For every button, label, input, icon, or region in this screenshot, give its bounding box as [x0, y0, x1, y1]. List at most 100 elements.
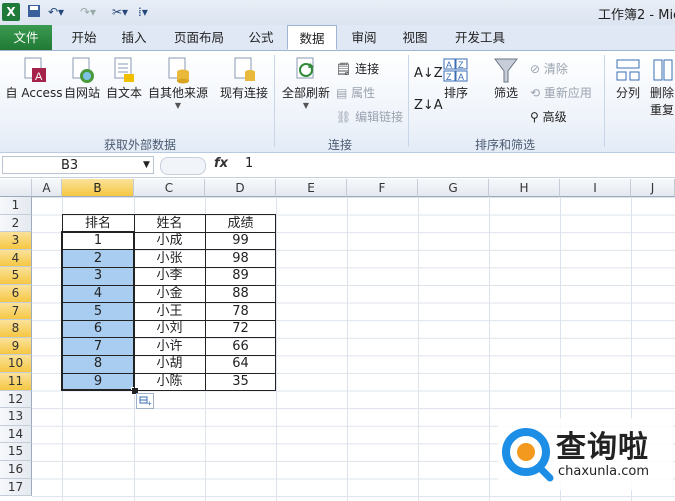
- advanced-filter-button[interactable]: ⚲ 高级: [530, 108, 567, 125]
- redo-icon[interactable]: ↷▾: [80, 4, 96, 20]
- header-name[interactable]: 姓名: [134, 215, 205, 233]
- properties-button[interactable]: ▤ 属性: [336, 84, 375, 101]
- rank-cell[interactable]: 1: [62, 232, 134, 250]
- rank-cell[interactable]: 7: [62, 338, 134, 356]
- row-header[interactable]: 1: [0, 197, 32, 215]
- column-header-a[interactable]: A: [32, 179, 62, 197]
- rank-cell[interactable]: 6: [62, 320, 134, 338]
- customize-tools-icon[interactable]: ✂▾: [112, 4, 128, 20]
- tab-home[interactable]: 开始: [66, 25, 102, 50]
- tab-insert[interactable]: 插入: [116, 25, 152, 50]
- column-header-d[interactable]: D: [205, 179, 276, 197]
- tab-developer[interactable]: 开发工具: [450, 25, 510, 50]
- from-other-sources-button[interactable]: 自其他来源 ▼: [146, 56, 210, 110]
- rank-cell[interactable]: 5: [62, 303, 134, 321]
- name-cell[interactable]: 小刘: [134, 320, 205, 338]
- score-cell[interactable]: 66: [205, 338, 276, 356]
- score-cell[interactable]: 64: [205, 355, 276, 373]
- svg-text:A: A: [35, 71, 43, 83]
- edit-links-button[interactable]: ⛓ 编辑链接: [336, 108, 403, 125]
- score-cell[interactable]: 98: [205, 250, 276, 268]
- clear-filter-button[interactable]: ⊘ 清除: [530, 60, 568, 77]
- tab-file[interactable]: 文件: [0, 25, 52, 50]
- name-cell[interactable]: 小胡: [134, 355, 205, 373]
- column-header-g[interactable]: G: [418, 179, 489, 197]
- group-divider: [604, 55, 605, 147]
- column-header-j[interactable]: J: [631, 179, 675, 197]
- score-cell[interactable]: 89: [205, 267, 276, 285]
- refresh-all-button[interactable]: 全部刷新 ▼: [280, 56, 332, 110]
- reapply-button[interactable]: ⟲ 重新应用: [530, 84, 592, 101]
- text-to-columns-button[interactable]: 分列: [610, 56, 646, 101]
- rank-cell[interactable]: 9: [62, 373, 134, 391]
- qat-menu-icon[interactable]: ⁞▾: [138, 4, 148, 20]
- rank-cell[interactable]: 2: [62, 250, 134, 268]
- row-header[interactable]: 15: [0, 443, 32, 461]
- name-cell[interactable]: 小张: [134, 250, 205, 268]
- row-header[interactable]: 16: [0, 461, 32, 479]
- header-score[interactable]: 成绩: [205, 215, 276, 233]
- tab-formulas[interactable]: 公式: [243, 25, 279, 50]
- score-cell[interactable]: 78: [205, 303, 276, 321]
- row-header[interactable]: 9: [0, 337, 32, 356]
- from-text-button[interactable]: 自文本: [104, 56, 144, 101]
- undo-icon[interactable]: ↶▾: [48, 4, 64, 20]
- connections-button[interactable]: 🗒 连接: [336, 60, 379, 77]
- column-header-e[interactable]: E: [276, 179, 347, 197]
- row-header[interactable]: 12: [0, 390, 32, 409]
- row-header[interactable]: 14: [0, 425, 32, 444]
- score-cell[interactable]: 72: [205, 320, 276, 338]
- sort-ascending-button[interactable]: A↓Z: [414, 66, 443, 81]
- row-header[interactable]: 2: [0, 214, 32, 233]
- header-rank[interactable]: 排名: [62, 215, 134, 233]
- magnifier-logo-icon: [502, 428, 554, 482]
- insert-function-icon[interactable]: fx: [214, 156, 228, 171]
- score-cell[interactable]: 35: [205, 373, 276, 391]
- score-cell[interactable]: 88: [205, 285, 276, 303]
- rank-cell[interactable]: 8: [62, 355, 134, 373]
- tab-view[interactable]: 视图: [397, 25, 433, 50]
- row-header[interactable]: 11: [0, 373, 32, 391]
- formula-input[interactable]: 1: [245, 156, 253, 171]
- column-header-i[interactable]: I: [560, 179, 631, 197]
- auto-fill-options-icon[interactable]: +: [136, 393, 154, 409]
- tab-review[interactable]: 审阅: [346, 25, 382, 50]
- column-header-h[interactable]: H: [489, 179, 560, 197]
- name-box[interactable]: B3 ▼: [2, 156, 154, 174]
- row-header[interactable]: 7: [0, 302, 32, 321]
- row-header[interactable]: 4: [0, 249, 32, 268]
- row-header[interactable]: 8: [0, 320, 32, 338]
- score-cell[interactable]: 99: [205, 232, 276, 250]
- row-header[interactable]: 10: [0, 355, 32, 373]
- from-web-button[interactable]: 自网站: [62, 56, 102, 101]
- sort-descending-button[interactable]: Z↓A: [414, 98, 443, 113]
- column-header-f[interactable]: F: [347, 179, 418, 197]
- existing-connections-button[interactable]: 现有连接: [218, 56, 270, 101]
- sort-button[interactable]: AZZA 排序: [440, 56, 472, 101]
- name-cell[interactable]: 小李: [134, 267, 205, 285]
- name-cell[interactable]: 小许: [134, 338, 205, 356]
- column-header-c[interactable]: C: [134, 179, 205, 197]
- row-header[interactable]: 3: [0, 232, 32, 250]
- name-cell[interactable]: 小金: [134, 285, 205, 303]
- other-sources-icon: [165, 56, 191, 84]
- rank-cell[interactable]: 4: [62, 285, 134, 303]
- name-cell[interactable]: 小成: [134, 232, 205, 250]
- row-header[interactable]: 6: [0, 285, 32, 303]
- formula-bar-splitter[interactable]: [160, 157, 206, 175]
- filter-button[interactable]: 筛选: [488, 56, 524, 101]
- name-box-dropdown-icon[interactable]: ▼: [143, 156, 150, 174]
- rank-cell[interactable]: 3: [62, 267, 134, 285]
- select-all-corner[interactable]: [0, 179, 32, 197]
- tab-page-layout[interactable]: 页面布局: [168, 25, 230, 50]
- remove-duplicates-button[interactable]: 删除 重复: [650, 56, 675, 118]
- name-cell[interactable]: 小王: [134, 303, 205, 321]
- from-access-button[interactable]: A 自 Access: [4, 56, 64, 101]
- tab-data[interactable]: 数据: [287, 25, 337, 50]
- row-header[interactable]: 5: [0, 267, 32, 285]
- column-header-b[interactable]: B: [62, 179, 134, 197]
- save-icon[interactable]: [27, 4, 41, 20]
- name-cell[interactable]: 小陈: [134, 373, 205, 391]
- row-header[interactable]: 17: [0, 478, 32, 497]
- row-header[interactable]: 13: [0, 408, 32, 426]
